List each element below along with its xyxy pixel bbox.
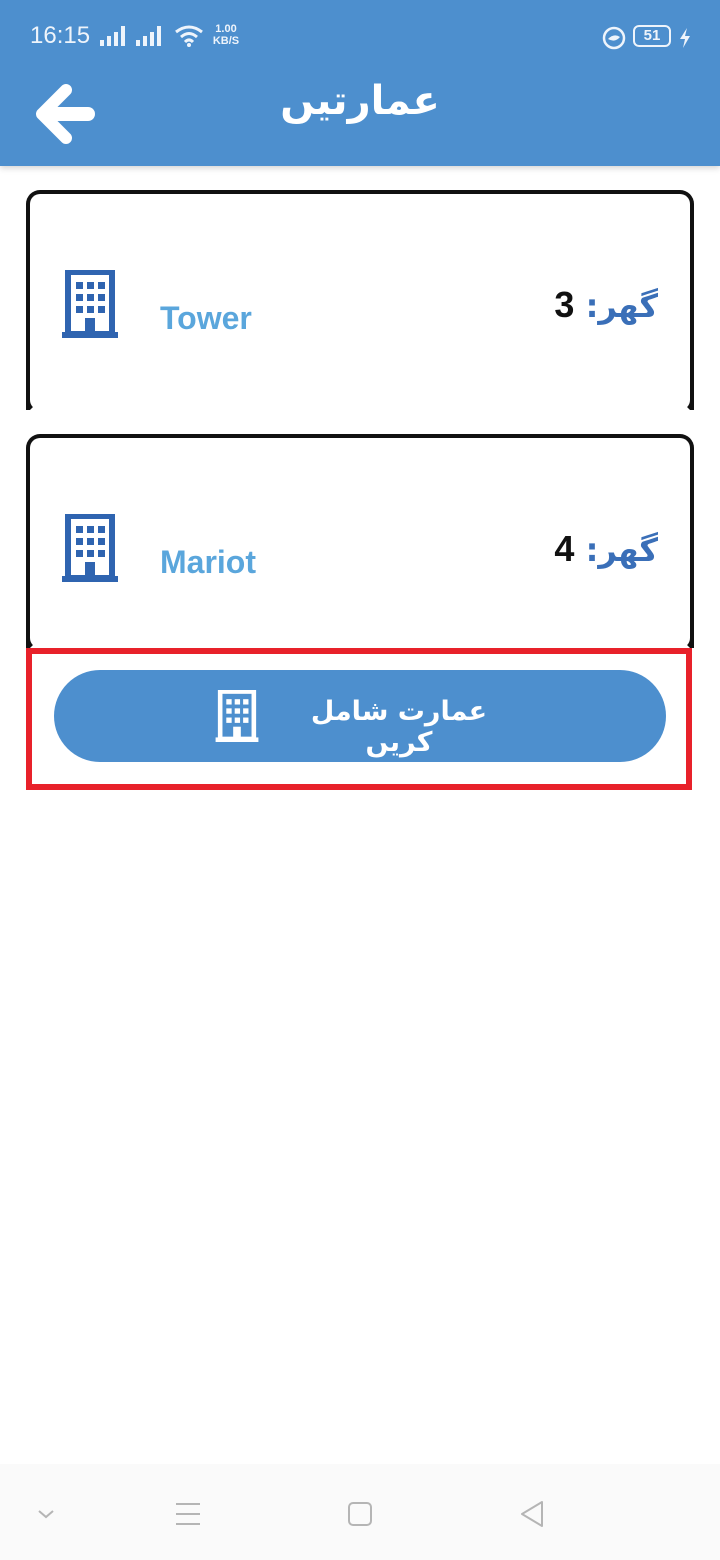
- house-count-value: 3: [554, 284, 575, 325]
- system-nav-bar: [0, 1464, 720, 1560]
- page-title: عمارتیں: [280, 78, 440, 124]
- building-icon: [215, 690, 259, 742]
- house-count: گھر: 3: [554, 284, 658, 326]
- status-time: 16:15: [30, 22, 91, 49]
- status-bar: 16:15 1.00 KB/S 51: [0, 0, 720, 72]
- building-card-mariot[interactable]: Mariot گھر: 4: [26, 434, 694, 648]
- house-count: گھر: 4: [554, 528, 658, 570]
- chevron-down-icon[interactable]: [26, 1494, 66, 1534]
- battery-level: 51: [643, 27, 661, 44]
- back-triangle-icon[interactable]: [512, 1494, 552, 1534]
- house-count-label: گھر:: [585, 531, 658, 569]
- building-icon: [62, 270, 118, 338]
- building-icon: [62, 514, 118, 582]
- house-count-label: گھر:: [585, 287, 658, 325]
- wifi-icon: [175, 25, 203, 47]
- signal-icon: [100, 26, 125, 46]
- building-card-tower[interactable]: Tower گھر: 3: [26, 190, 694, 410]
- home-square-icon[interactable]: [340, 1494, 380, 1534]
- app-bar: 16:15 1.00 KB/S 51 عمارتیں: [0, 0, 720, 166]
- building-name: Mariot: [160, 544, 256, 580]
- signal-icon-2: [136, 26, 161, 46]
- menu-icon[interactable]: [168, 1494, 208, 1534]
- battery-indicator: 51: [633, 25, 671, 47]
- house-count-value: 4: [554, 528, 575, 569]
- net-speed: 1.00 KB/S: [210, 23, 242, 47]
- notification-icon: [602, 26, 626, 50]
- charging-icon: [680, 28, 690, 48]
- add-building-label: عمارت شامل کریں: [310, 696, 488, 758]
- add-building-button[interactable]: عمارت شامل کریں: [54, 670, 666, 762]
- net-speed-value: 1.00: [215, 23, 237, 35]
- net-speed-unit: KB/S: [212, 35, 240, 47]
- building-name: Tower: [160, 300, 252, 336]
